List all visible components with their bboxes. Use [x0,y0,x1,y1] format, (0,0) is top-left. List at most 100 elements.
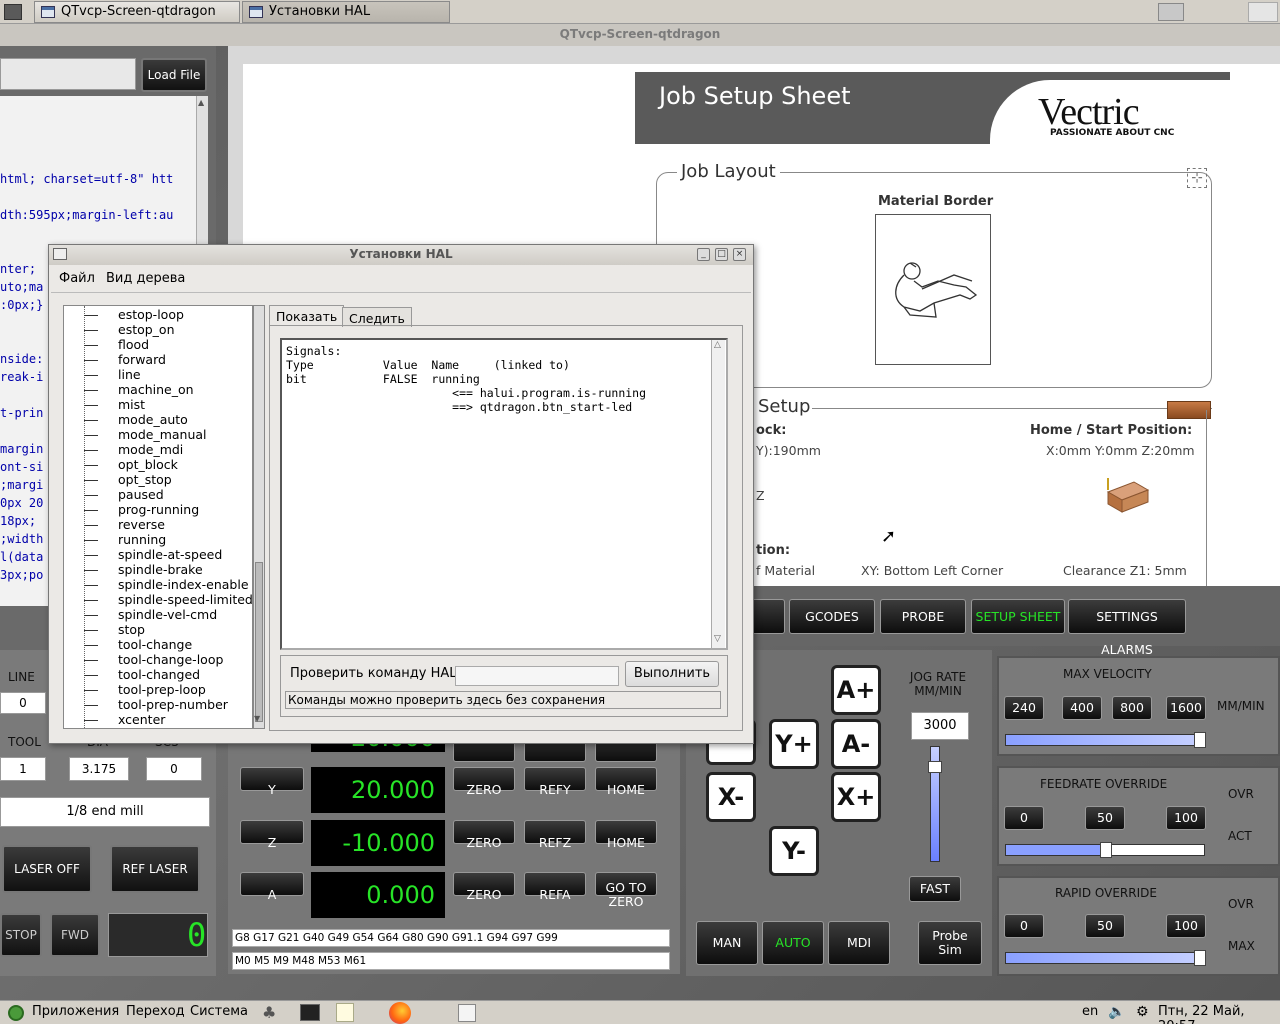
tree-item-signal[interactable]: spindle-speed-limited [118,592,252,607]
feed-ovr-100-button[interactable]: 100 [1166,806,1206,830]
probe-sim-button[interactable]: Probe Sim [918,921,982,965]
jog-rate-input[interactable]: 3000 [911,712,969,740]
menu-places[interactable]: Переход [126,1004,185,1019]
tree-item-signal[interactable]: line [118,367,141,382]
close-icon[interactable]: × [733,248,746,261]
tree-item-signal[interactable]: estop_on [118,322,175,337]
scroll-down-icon[interactable]: ▽ [714,634,721,644]
rapid-ovr-100-button[interactable]: 100 [1166,914,1206,938]
y-zero-button[interactable]: ZERO [453,767,515,797]
jog-rate-slider-handle[interactable] [928,761,942,773]
tree-item-signal[interactable]: tool-prep-number [118,697,228,712]
a-axis-button[interactable]: A [240,872,304,902]
taskbar-tab-qtdragon[interactable]: QTvcp-Screen-qtdragon [34,1,240,23]
expand-icon[interactable]: ⊹ [1187,168,1207,188]
tab-show[interactable]: Показать [269,305,345,326]
tree-item-signal[interactable]: machine_on [118,382,194,397]
text-editor-icon[interactable] [336,1003,354,1022]
max-vel-800-button[interactable]: 800 [1112,696,1152,720]
menu-file[interactable]: Файл [59,271,95,286]
gcodes-tab-button[interactable]: GCODES [789,599,875,634]
spindle-stop-button[interactable]: STOP [0,913,42,957]
rapid-override-slider-handle[interactable] [1194,950,1206,966]
hal-command-input[interactable] [455,666,619,686]
tree-item-signal[interactable]: xcenter [118,712,165,727]
y-home-button[interactable]: HOME [595,767,657,797]
tree-item-signal[interactable]: opt_stop [118,472,172,487]
laser-off-button[interactable]: LASER OFF [2,845,92,893]
tree-scrollbar-thumb[interactable] [255,562,263,722]
z-ref-button[interactable]: REFZ [524,820,586,850]
mode-mdi-button[interactable]: MDI [828,921,890,965]
tree-item-signal[interactable]: tool-prep-loop [118,682,206,697]
jog-a-minus-button[interactable]: A- [831,719,881,769]
z-axis-button[interactable]: Z [240,820,304,850]
load-file-button[interactable]: Load File [141,58,207,92]
file-path-input[interactable] [0,58,136,90]
volume-icon[interactable]: 🔈 [1108,1004,1125,1020]
feedrate-override-slider-handle[interactable] [1100,842,1112,858]
rapid-ovr-50-button[interactable]: 50 [1085,914,1125,938]
tree-item-signal[interactable]: mist [118,397,145,412]
max-vel-240-button[interactable]: 240 [1004,696,1044,720]
a-zero-button[interactable]: ZERO [453,872,515,902]
tree-item-signal[interactable]: mode_mdi [118,442,183,457]
hal-dialog-titlebar[interactable]: Установки HAL [49,245,753,265]
tree-item-signal[interactable]: prog-running [118,502,199,517]
taskbar-tab-hal[interactable]: Установки HAL [242,1,450,23]
probe-tab-button[interactable]: PROBE [880,599,966,634]
ref-laser-button[interactable]: REF LASER [110,845,200,893]
execute-button[interactable]: Выполнить [625,661,719,687]
firefox-icon[interactable] [389,1002,411,1024]
jog-y-minus-button[interactable]: Y- [769,826,819,876]
menu-applications[interactable]: Приложения [32,1004,119,1019]
tree-scrollbar[interactable]: ▼ [253,305,265,729]
menu-tree-view[interactable]: Вид дерева [106,271,185,286]
show-desktop-icon[interactable] [1158,3,1184,21]
jog-x-plus-button[interactable]: X+ [831,772,881,822]
gnome-foot-icon[interactable]: ♣ [262,1003,282,1023]
jog-rate-slider[interactable] [928,746,942,862]
terminal-icon[interactable] [300,1004,320,1021]
tree-item-signal[interactable]: spindle-vel-cmd [118,607,217,622]
window-menu-icon[interactable] [4,4,22,20]
keyboard-layout-indicator[interactable]: en [1082,1004,1098,1019]
signals-output[interactable]: Signals: Type Value Name (linked to) bit… [280,338,728,650]
tree-item-signal[interactable]: forward [118,352,166,367]
scroll-up-icon[interactable]: ▲ [198,98,207,108]
feedrate-override-slider[interactable] [1005,842,1205,858]
z-home-button[interactable]: HOME [595,820,657,850]
menu-system[interactable]: Система [190,1004,248,1019]
a-ref-button[interactable]: REFA [524,872,586,902]
mode-auto-button[interactable]: AUTO [762,921,824,965]
a-go-to-zero-button[interactable]: GO TO ZERO [595,872,657,909]
max-vel-1600-button[interactable]: 1600 [1166,696,1206,720]
z-zero-button[interactable]: ZERO [453,820,515,850]
tree-item-signal[interactable]: flood [118,337,149,352]
tree-item-signal[interactable]: paused [118,487,164,502]
spindle-fwd-button[interactable]: FWD [50,913,100,957]
hal-tree[interactable]: estop-loop estop_on flood forward line machin… [63,305,253,729]
tree-item-signal[interactable]: mode_manual [118,427,207,442]
hidden-tab-button[interactable] [750,599,785,634]
setup-sheet-tab-button[interactable]: SETUP SHEET [971,599,1065,634]
max-velocity-slider-handle[interactable] [1194,732,1206,748]
max-velocity-slider[interactable] [1005,732,1206,748]
jog-fast-button[interactable]: FAST [909,876,961,902]
applications-menu-icon[interactable] [8,1005,24,1021]
signals-scrollbar[interactable]: △ ▽ [711,340,725,648]
jog-x-minus-button[interactable]: X- [706,772,756,822]
tree-item-signal[interactable]: spindle-index-enable [118,577,249,592]
scroll-up-icon[interactable]: △ [714,340,721,350]
tree-item-signal[interactable]: spindle-brake [118,562,203,577]
feed-ovr-0-button[interactable]: 0 [1004,806,1044,830]
feed-ovr-50-button[interactable]: 50 [1085,806,1125,830]
tree-item-signal[interactable]: tool-change-loop [118,652,223,667]
window-list-icon[interactable] [458,1004,476,1022]
tree-item-signal[interactable]: stop [118,622,145,637]
tree-item-signal[interactable]: mode_auto [118,412,188,427]
tree-item-signal[interactable]: tool-changed [118,667,200,682]
network-icon[interactable]: ⚙ [1136,1004,1149,1020]
maximize-icon[interactable]: □ [715,248,728,261]
mode-man-button[interactable]: MAN [696,921,758,965]
